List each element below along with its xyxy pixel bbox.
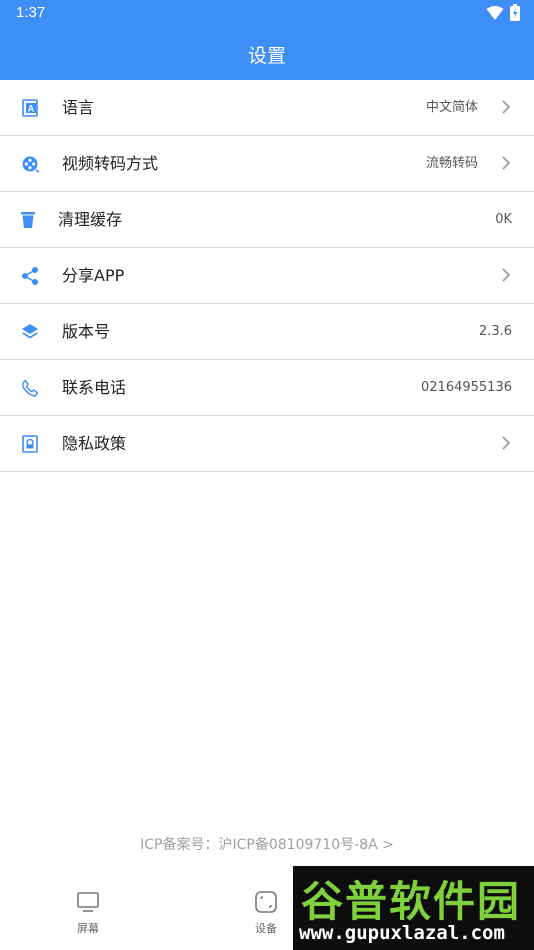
settings-item-clear-cache[interactable]: 清理缓存 0K (0, 192, 534, 248)
chevron-right-icon (502, 100, 511, 114)
settings-item-label: 语言 (62, 98, 95, 117)
nav-tab-label: 设备 (255, 922, 277, 935)
settings-item-privacy-policy[interactable]: 隐私政策 (0, 416, 534, 472)
settings-item-video-transcode[interactable]: 视频转码方式 流畅转码 (0, 136, 534, 192)
settings-list: A 语言 中文简体 视频转码方式 流畅转码 清理缓存 0K 分享APP 版本号 … (0, 80, 534, 472)
trash-icon (21, 212, 35, 228)
chevron-right-icon (502, 436, 511, 450)
chevron-right-icon (502, 268, 511, 282)
language-icon: A (22, 99, 38, 117)
app-header: 1:37 设置 (0, 0, 534, 80)
settings-item-contact-phone[interactable]: 联系电话 02164955136 (0, 360, 534, 416)
privacy-icon (22, 435, 38, 453)
chevron-right-icon (502, 156, 511, 170)
nav-tab-device[interactable]: 设备 (236, 890, 296, 936)
settings-item-label: 清理缓存 (58, 210, 123, 229)
settings-item-value: 2.3.6 (478, 324, 512, 339)
site-watermark: 谷普软件园 www.gupuxlazal.com (293, 866, 534, 950)
settings-item-value: 流畅转码 (425, 156, 478, 171)
status-time: 1:37 (16, 4, 46, 21)
settings-item-value: 中文简体 (425, 100, 478, 115)
device-icon (255, 891, 277, 913)
layers-icon (22, 324, 38, 339)
watermark-url: www.gupuxlazal.com (299, 922, 505, 944)
share-icon (22, 267, 38, 285)
settings-item-label: 版本号 (62, 322, 111, 341)
settings-item-label: 分享APP (62, 266, 125, 285)
monitor-icon (77, 892, 99, 912)
icp-record-link[interactable]: ICP备案号：沪ICP备08109710号-8A > (0, 834, 534, 854)
nav-tab-screen[interactable]: 屏幕 (58, 890, 118, 936)
phone-icon (22, 379, 39, 397)
nav-tab-label: 屏幕 (77, 922, 99, 935)
settings-item-label: 联系电话 (62, 378, 127, 397)
page-title: 设置 (247, 45, 286, 67)
settings-item-value: 0K (495, 212, 512, 227)
settings-item-label: 隐私政策 (62, 434, 127, 453)
battery-icon (510, 4, 520, 21)
settings-item-language[interactable]: A 语言 中文简体 (0, 80, 534, 136)
settings-item-value: 02164955136 (421, 380, 512, 395)
video-reel-icon (22, 156, 40, 173)
watermark-title: 谷普软件园 (301, 877, 522, 926)
svg-text:A: A (28, 104, 35, 114)
status-icons (486, 4, 520, 21)
wifi-icon (486, 5, 504, 20)
settings-item-share-app[interactable]: 分享APP (0, 248, 534, 304)
settings-item-version[interactable]: 版本号 2.3.6 (0, 304, 534, 360)
settings-item-label: 视频转码方式 (62, 154, 159, 173)
